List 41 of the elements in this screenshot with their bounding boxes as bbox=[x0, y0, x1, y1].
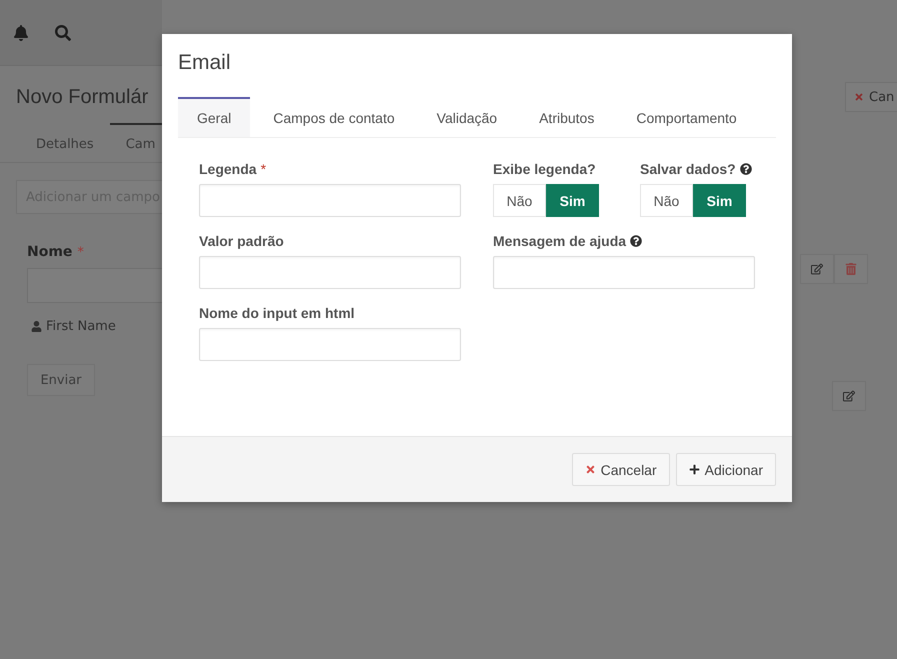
name-input[interactable] bbox=[27, 268, 162, 303]
text-input[interactable] bbox=[199, 328, 461, 361]
edit-icon bbox=[811, 263, 823, 275]
trash-icon bbox=[845, 263, 857, 275]
field-label: Valor padrão bbox=[199, 233, 284, 249]
help-icon[interactable] bbox=[630, 235, 642, 247]
field-label: Nome bbox=[27, 244, 72, 260]
field-hint: First Name bbox=[46, 319, 116, 334]
user-icon bbox=[31, 321, 42, 332]
required-mark: * bbox=[260, 161, 266, 177]
close-icon bbox=[584, 464, 596, 475]
field-label: Exibe legenda? bbox=[493, 161, 596, 177]
add-button[interactable]: Adicionar bbox=[676, 453, 776, 486]
cancel-button[interactable]: Cancelar bbox=[572, 453, 670, 486]
required-mark: * bbox=[77, 245, 84, 260]
search-icon[interactable] bbox=[55, 24, 71, 40]
help-icon[interactable] bbox=[740, 163, 752, 175]
page-title: Novo Formulár bbox=[16, 86, 150, 109]
modal-tab[interactable]: Atributos bbox=[520, 97, 614, 137]
modal-tab[interactable]: Validação bbox=[418, 97, 516, 137]
edit-button[interactable] bbox=[832, 381, 866, 411]
plus-icon bbox=[688, 464, 700, 475]
text-input[interactable] bbox=[199, 256, 461, 289]
field-label: Legenda bbox=[199, 161, 257, 177]
text-input[interactable] bbox=[199, 184, 461, 217]
modal-tab[interactable]: Geral bbox=[178, 97, 250, 137]
toggle-option[interactable]: Sim bbox=[546, 184, 599, 217]
field-label: Salvar dados? bbox=[640, 161, 736, 177]
toggle-option[interactable]: Sim bbox=[693, 184, 746, 217]
edit-button[interactable] bbox=[800, 254, 834, 284]
modal-title: Email bbox=[177, 50, 232, 75]
toggle-option[interactable]: Não bbox=[493, 184, 546, 217]
edit-icon bbox=[843, 390, 855, 402]
toggle-option[interactable]: Não bbox=[640, 184, 693, 217]
bell-icon[interactable] bbox=[13, 24, 29, 40]
field-label: Mensagem de ajuda bbox=[493, 233, 626, 249]
modal-tab[interactable]: Campos de contato bbox=[254, 97, 414, 137]
text-input[interactable] bbox=[493, 256, 755, 289]
close-icon bbox=[854, 92, 864, 102]
field-label: Nome do input em html bbox=[199, 305, 355, 321]
modal-tab[interactable]: Comportamento bbox=[617, 97, 756, 137]
